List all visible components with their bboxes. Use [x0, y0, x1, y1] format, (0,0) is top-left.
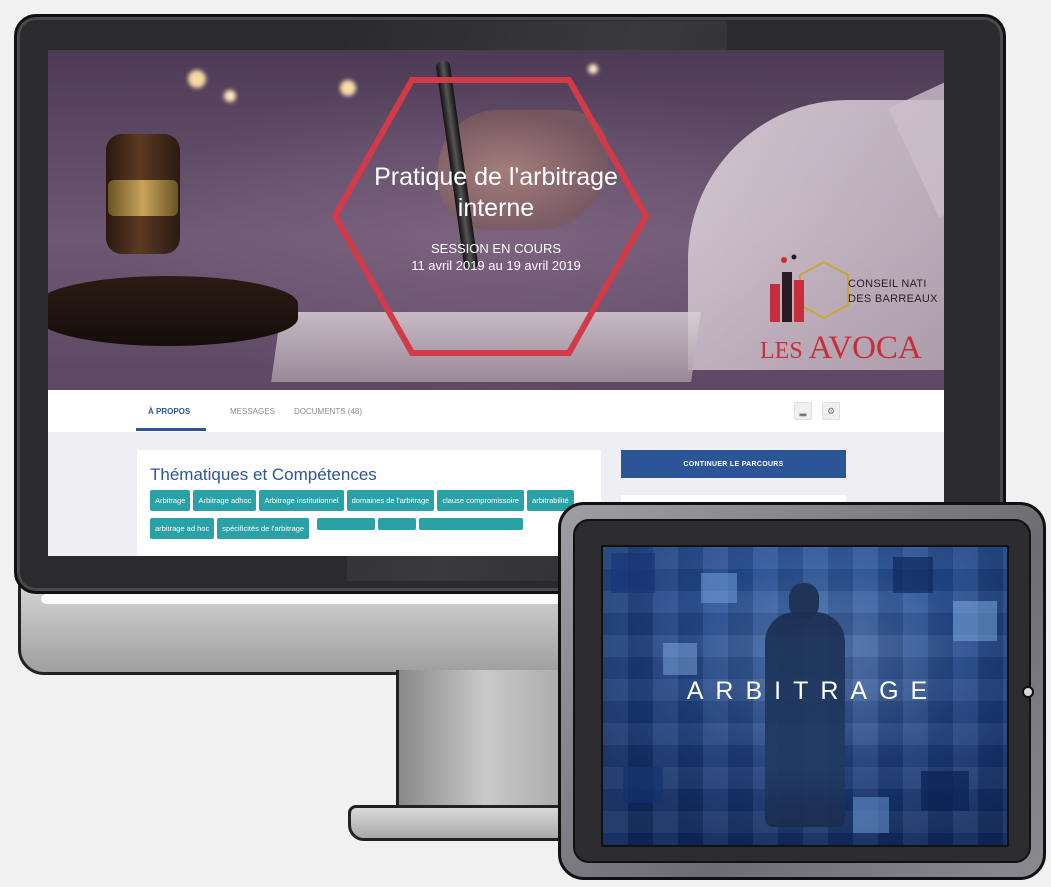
settings-button[interactable]: ⚙ — [822, 402, 840, 420]
topic-tag-partial[interactable] — [418, 518, 523, 530]
mosaic-block — [893, 557, 933, 593]
course-hero-banner: Pratique de l'arbitrage interne SESSION … — [48, 50, 944, 390]
logo-text-line-2: DES BARREAUX — [848, 293, 938, 305]
topic-tag[interactable]: arbitrage ad hoc — [150, 518, 215, 539]
topic-tag[interactable]: clause compromissoire — [437, 490, 525, 511]
mosaic-block — [623, 767, 663, 803]
video-title: ARBITRAGE — [686, 677, 940, 705]
course-title-line-2: interne — [457, 194, 535, 222]
gear-icon: ⚙ — [826, 405, 836, 416]
topic-tag[interactable]: domaines de l'arbitrage — [346, 490, 435, 511]
logo-wordmark: LES AVOCA — [760, 330, 922, 367]
bar-chart-icon: ▂ — [799, 405, 807, 416]
mosaic-block — [921, 771, 969, 811]
bokeh-light — [224, 90, 236, 102]
mosaic-block — [853, 797, 889, 833]
logo-text-line-1: CONSEIL NATI — [848, 278, 927, 290]
monitor-screen: Pratique de l'arbitrage interne SESSION … — [48, 50, 944, 556]
logo-wordmark-main: AVOCA — [808, 330, 922, 366]
mosaic-block — [611, 553, 655, 593]
person-silhouette — [765, 612, 845, 827]
tab-documents[interactable]: DOCUMENTS (48) — [294, 407, 362, 416]
course-title: Pratique de l'arbitrage interne — [296, 162, 696, 224]
gavel-block-image — [48, 276, 298, 346]
topic-tag-list: Arbitrage Arbitrage adhoc Arbitrage instit… — [150, 490, 590, 546]
mosaic-block — [953, 601, 997, 641]
topic-tag[interactable]: Arbitrage institutionnel — [259, 490, 344, 511]
session-dates: 11 avril 2019 au 19 avril 2019 — [411, 258, 581, 273]
topics-card: Thématiques et Compétences Arbitrage Arbi… — [137, 450, 601, 556]
session-status: SESSION EN COURS 11 avril 2019 au 19 avr… — [296, 240, 696, 274]
bokeh-light — [188, 70, 206, 88]
session-status-label: SESSION EN COURS — [430, 241, 562, 256]
topic-tag[interactable]: spécificités de l'arbitrage — [217, 518, 310, 539]
logo-wordmark-prefix: LES — [760, 338, 809, 364]
tab-about[interactable]: À PROPOS — [148, 407, 190, 416]
topic-tag-partial[interactable] — [316, 518, 375, 530]
mosaic-block — [701, 573, 737, 603]
chin-highlight — [41, 594, 561, 604]
topic-tag-partial[interactable] — [377, 518, 416, 530]
topics-card-title: Thématiques et Compétences — [150, 465, 377, 484]
continue-course-button[interactable]: CONTINUER LE PARCOURS — [621, 450, 846, 478]
active-tab-indicator — [136, 428, 206, 431]
stats-button[interactable]: ▂ — [794, 402, 812, 420]
tablet-home-button[interactable] — [1022, 686, 1034, 698]
topic-tag[interactable]: Arbitrage — [150, 490, 191, 511]
tablet-video-screen[interactable]: ARBITRAGE — [601, 545, 1009, 847]
mosaic-block — [663, 643, 697, 675]
bokeh-light — [588, 64, 598, 74]
tab-messages[interactable]: MESSAGES — [230, 407, 275, 416]
course-title-line-1: Pratique de l'arbitrage — [374, 163, 618, 191]
topic-tag[interactable]: Arbitrage adhoc — [193, 490, 257, 511]
gavel-band-image — [108, 180, 178, 216]
